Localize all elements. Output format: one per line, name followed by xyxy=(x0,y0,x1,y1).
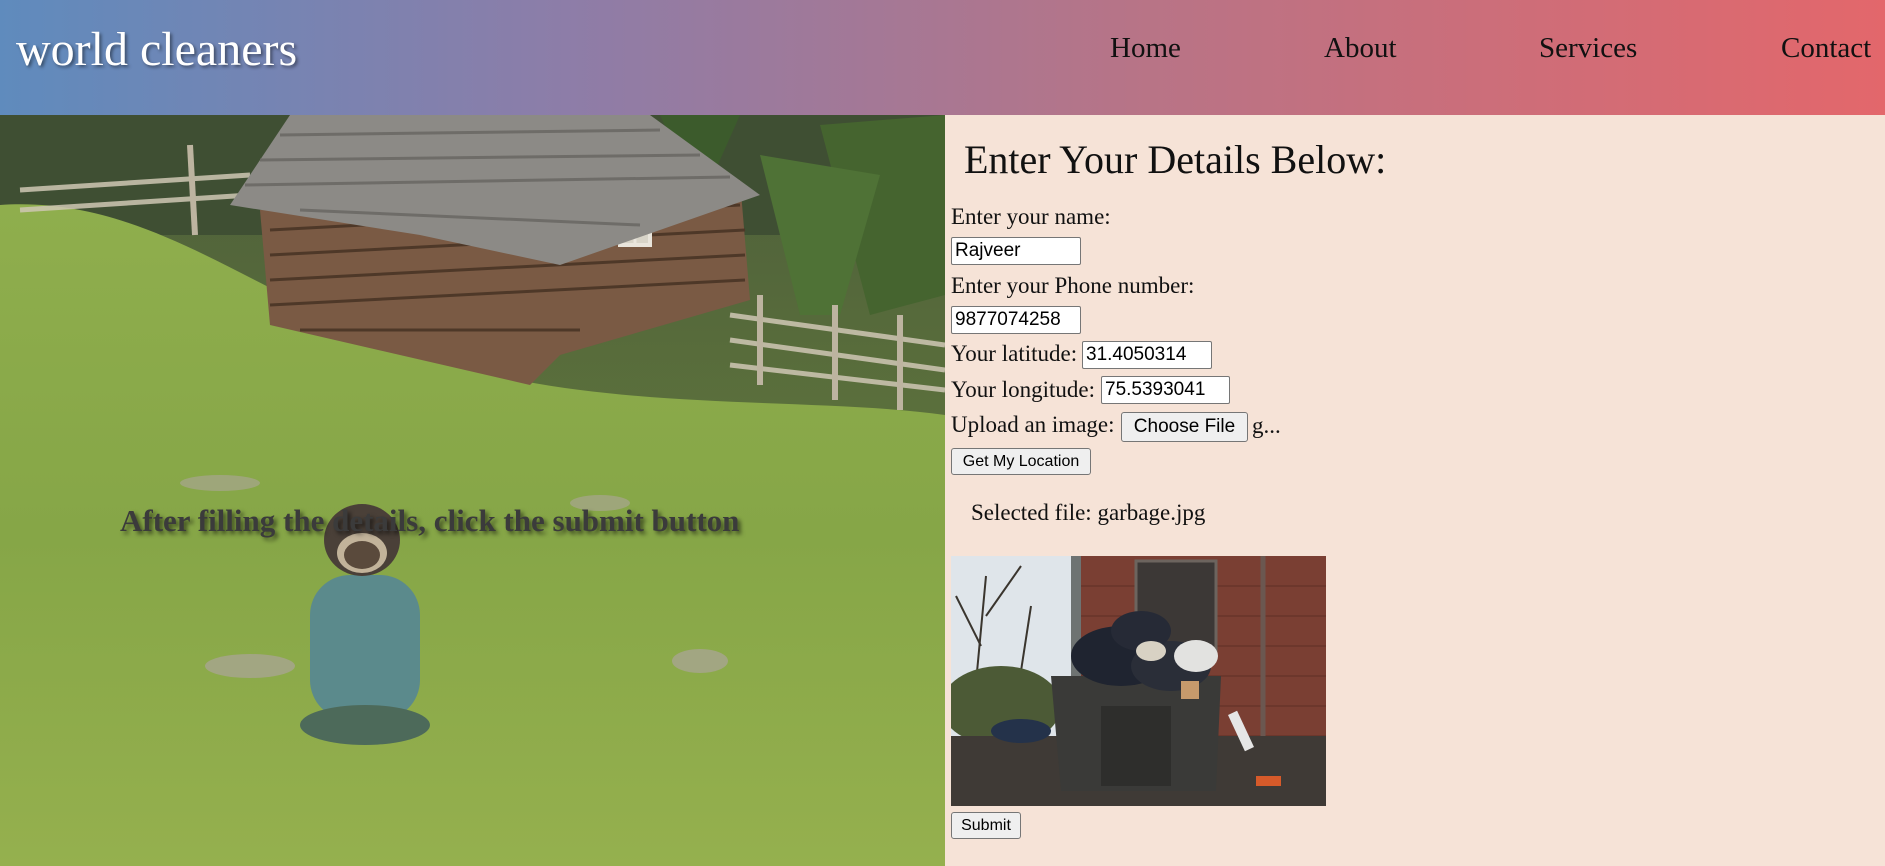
phone-label: Enter your Phone number: xyxy=(951,273,1195,298)
nav-contact[interactable]: Contact xyxy=(1781,32,1871,65)
latitude-label: Your latitude: xyxy=(951,341,1078,366)
submit-button[interactable]: Submit xyxy=(951,812,1021,839)
details-form: Enter Your Details Below: Enter your nam… xyxy=(945,115,1885,866)
name-input[interactable] xyxy=(951,237,1081,265)
chosen-file-name: g... xyxy=(1252,413,1281,438)
upload-label: Upload an image: xyxy=(951,412,1115,437)
hero-image: After filling the details, click the sub… xyxy=(0,115,945,866)
phone-input[interactable] xyxy=(951,306,1081,334)
nav-about[interactable]: About xyxy=(1324,32,1397,65)
latitude-input[interactable] xyxy=(1082,341,1212,369)
form-title: Enter Your Details Below: xyxy=(964,137,1387,182)
site-header: world cleaners Home About Services Conta… xyxy=(0,0,1885,115)
get-location-button[interactable]: Get My Location xyxy=(951,448,1091,475)
hero-landscape-illustration xyxy=(0,115,945,866)
name-label: Enter your name: xyxy=(951,204,1111,229)
nav-services[interactable]: Services xyxy=(1539,32,1637,65)
choose-file-button[interactable]: Choose File xyxy=(1121,412,1248,442)
uploaded-image-preview xyxy=(951,556,1326,806)
hero-caption: After filling the details, click the sub… xyxy=(120,503,740,538)
site-brand[interactable]: world cleaners xyxy=(16,22,297,77)
longitude-label: Your longitude: xyxy=(951,377,1095,402)
longitude-input[interactable] xyxy=(1101,376,1230,404)
nav-home[interactable]: Home xyxy=(1110,32,1181,65)
selected-file-text: Selected file: garbage.jpg xyxy=(971,500,1206,525)
garbage-photo xyxy=(951,556,1326,806)
